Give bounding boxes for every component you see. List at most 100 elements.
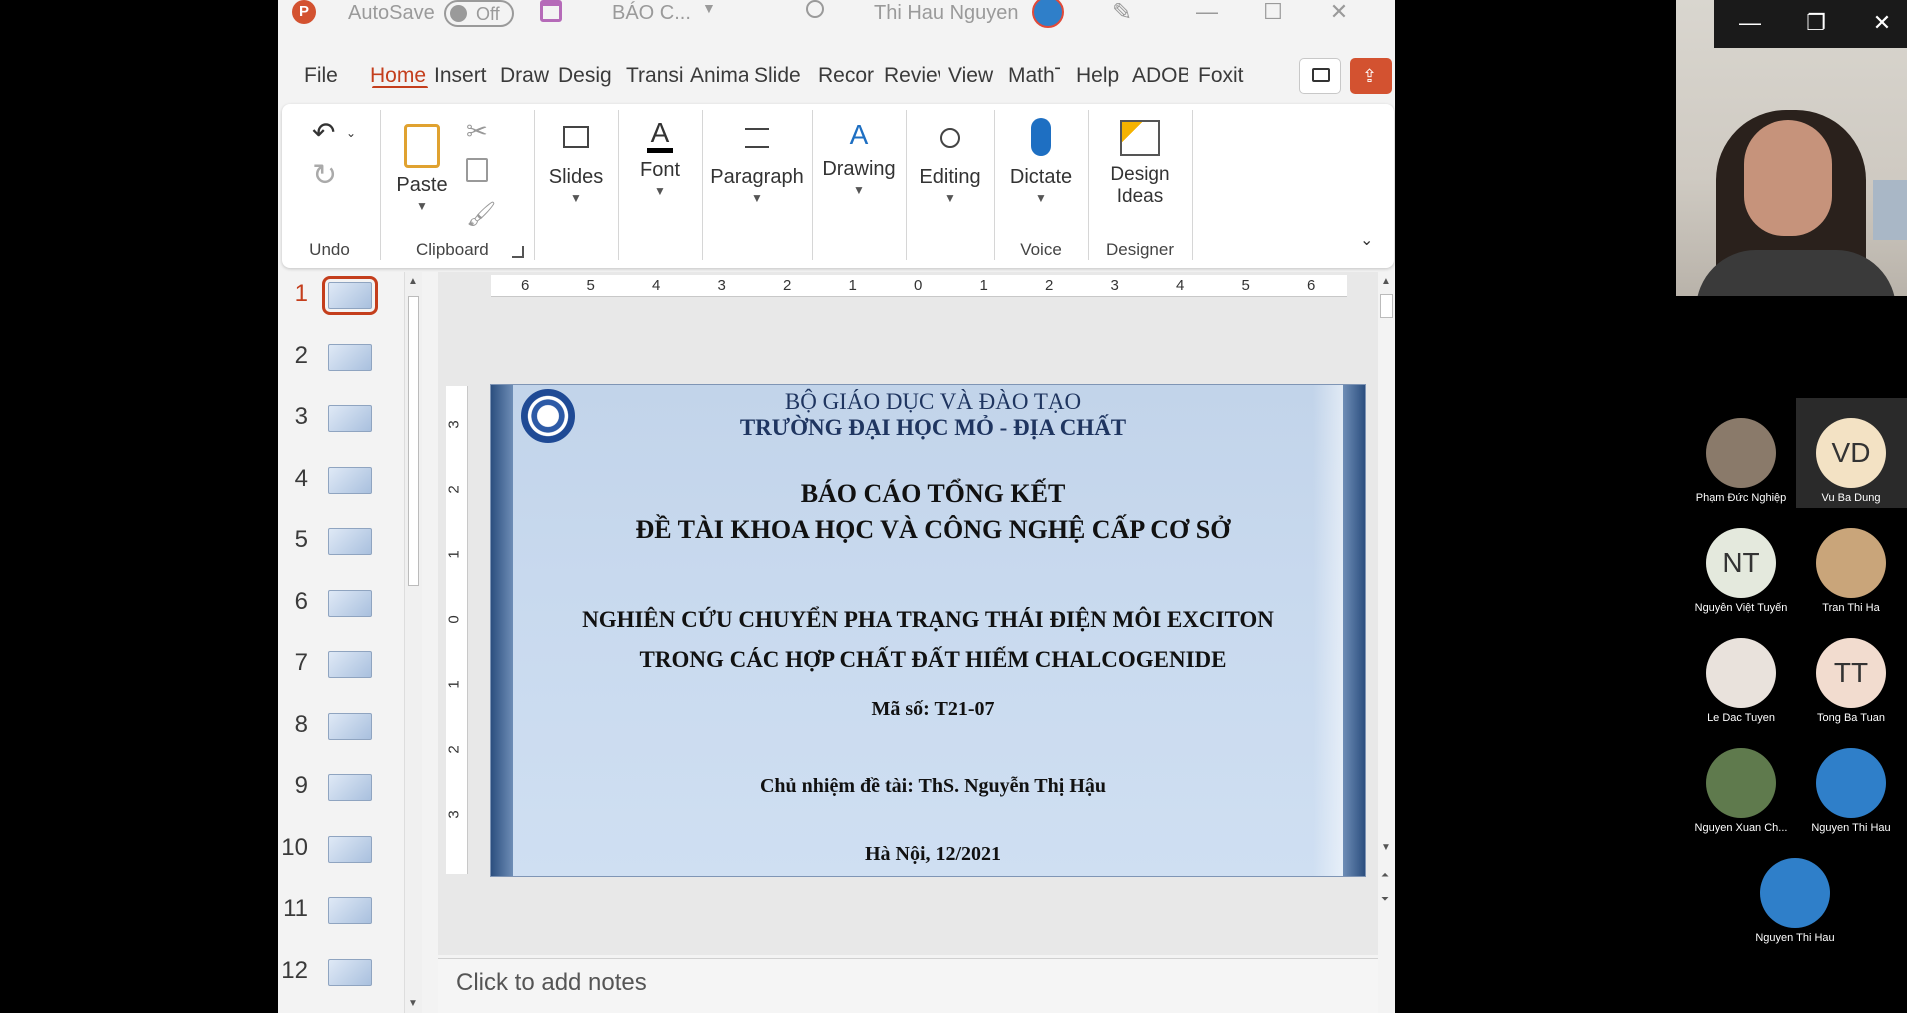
editing-button[interactable]: Editing ▼	[910, 118, 990, 205]
video-window-controls: — ❐ ✕	[1714, 0, 1907, 48]
design-ideas-button[interactable]: Design Ideas	[1092, 118, 1188, 208]
cut-icon[interactable]: ✂	[466, 116, 488, 147]
share-button[interactable]: ⇪	[1350, 58, 1392, 94]
tab-draw[interactable]: Draw	[500, 64, 552, 88]
participant-tile[interactable]: NT Nguyễn Việt Tuyến	[1686, 528, 1796, 614]
maximize-button[interactable]: ☐	[1248, 0, 1298, 28]
minimize-button[interactable]: —	[1182, 0, 1232, 28]
microphone-icon	[1031, 118, 1051, 156]
participant-tile[interactable]: Nguyen Thi Hau	[1796, 748, 1906, 834]
tab-matht[interactable]: MathT	[1008, 64, 1060, 88]
ruler-tick-label: 1	[445, 550, 463, 559]
tab-help[interactable]: Help	[1076, 64, 1122, 88]
project-code[interactable]: Mã số: T21-07	[531, 698, 1335, 721]
pen-icon[interactable]: ✎	[1112, 0, 1132, 27]
slides-button[interactable]: Slides ▼	[538, 118, 614, 205]
minimize-button[interactable]: —	[1730, 10, 1770, 40]
slide-thumbnail[interactable]	[328, 651, 372, 678]
paragraph-button[interactable]: Paragraph ▼	[706, 118, 808, 205]
tab-file[interactable]: File	[304, 64, 344, 88]
tab-foxit[interactable]: Foxit	[1198, 64, 1254, 88]
slide-thumbnail[interactable]	[328, 958, 372, 986]
slide-canvas[interactable]: BỘ GIÁO DỤC VÀ ĐÀO TẠO TRƯỜNG ĐẠI HỌC MỎ…	[490, 384, 1366, 877]
tab-desig[interactable]: Desig	[558, 64, 614, 88]
close-button[interactable]: ✕	[1862, 10, 1902, 40]
share-icon: ⇪	[1362, 66, 1378, 86]
slide-thumbnail[interactable]	[328, 712, 372, 740]
close-button[interactable]: ✕	[1314, 0, 1364, 28]
scroll-thumb[interactable]	[408, 296, 419, 586]
slide-thumbnail[interactable]	[328, 897, 372, 924]
paste-button[interactable]: Paste ▼	[392, 118, 452, 213]
collapse-ribbon-icon[interactable]: ⌄	[1360, 230, 1373, 250]
slide-thumbnail[interactable]	[328, 835, 372, 863]
scroll-up-icon[interactable]: ▲	[408, 276, 418, 287]
undo-icon[interactable]: ↶	[312, 116, 335, 149]
slide-thumbnail[interactable]	[328, 405, 372, 432]
format-painter-icon[interactable]: 🖌	[466, 200, 496, 229]
save-icon[interactable]	[540, 0, 562, 22]
scroll-down-icon[interactable]: ▼	[1381, 842, 1391, 853]
slide-thumbnail[interactable]	[328, 589, 372, 617]
drawing-button[interactable]: A Drawing ▼	[816, 118, 902, 198]
divider	[380, 110, 381, 260]
user-avatar[interactable]	[1032, 0, 1064, 28]
participant-tile[interactable]: Nguyen Xuan Ch...	[1686, 748, 1796, 834]
scroll-down-icon[interactable]: ▼	[408, 998, 418, 1009]
slide-thumbnail[interactable]	[328, 528, 372, 555]
slide-number: 6	[294, 587, 308, 615]
tab-transi[interactable]: Transi	[626, 64, 684, 88]
slide-thumbnail[interactable]	[328, 466, 372, 494]
restore-button[interactable]: ❐	[1796, 10, 1836, 40]
comment-icon	[1312, 68, 1330, 82]
slide-number: 4	[294, 464, 308, 492]
thumbnail-scrollbar[interactable]: ▲ ▼	[404, 272, 422, 1013]
dialog-launcher-icon[interactable]	[512, 246, 524, 258]
report-title[interactable]: BÁO CÁO TỔNG KẾT	[531, 479, 1335, 509]
chevron-down-icon[interactable]: ▼	[702, 0, 716, 16]
project-leader[interactable]: Chủ nhiệm đề tài: ThS. Nguyễn Thị Hậu	[531, 775, 1335, 798]
file-name[interactable]: BÁO C...	[612, 2, 691, 25]
participant-tile[interactable]: Phạm Đức Nghiệp	[1686, 418, 1796, 504]
comments-button[interactable]	[1299, 58, 1341, 94]
slides-label: Slides	[548, 166, 604, 188]
tab-adobe[interactable]: ADOBE	[1132, 64, 1188, 88]
participant-tile[interactable]: Nguyen Thi Hau	[1740, 858, 1850, 944]
font-button[interactable]: A Font ▼	[624, 118, 696, 199]
chevron-down-icon[interactable]: ⌄	[346, 126, 356, 140]
tab-anima[interactable]: Anima	[690, 64, 748, 88]
user-name[interactable]: Thi Hau Nguyen	[874, 2, 1019, 25]
editor-scrollbar[interactable]: ▲ ▼ ⏶ ⏷	[1378, 272, 1395, 1013]
previous-slide-icon[interactable]: ⏶	[1381, 870, 1389, 881]
vertical-ruler: 3 2 1 0 1 2 3	[446, 386, 468, 874]
redo-icon[interactable]: ↻	[312, 158, 337, 193]
ministry-text[interactable]: BỘ GIÁO DỤC VÀ ĐÀO TẠO	[531, 389, 1335, 415]
scroll-up-icon[interactable]: ▲	[1381, 276, 1391, 287]
paragraph-group: Paragraph ▼	[704, 110, 810, 262]
participant-tile[interactable]: Tran Thi Ha	[1796, 528, 1906, 614]
report-subtitle[interactable]: ĐỀ TÀI KHOA HỌC VÀ CÔNG NGHỆ CẤP CƠ SỞ	[531, 515, 1335, 545]
notes-pane[interactable]: Click to add notes	[438, 958, 1378, 1013]
tab-insert[interactable]: Insert	[434, 64, 490, 88]
participant-tile[interactable]: TT Tong Ba Tuan	[1796, 638, 1906, 724]
slide-thumbnail[interactable]	[328, 774, 372, 801]
scroll-thumb[interactable]	[1380, 294, 1393, 318]
copy-icon[interactable]	[466, 158, 488, 182]
tab-home[interactable]: Home	[370, 64, 430, 88]
search-icon[interactable]	[806, 0, 824, 18]
slide-thumbnail[interactable]	[328, 343, 372, 371]
topic-line-2[interactable]: TRONG CÁC HỢP CHẤT ĐẤT HIẾM CHALCOGENIDE	[531, 647, 1335, 673]
next-slide-icon[interactable]: ⏷	[1381, 894, 1389, 905]
dictate-button[interactable]: Dictate ▼	[998, 118, 1084, 205]
autosave-toggle[interactable]: Off	[444, 0, 514, 27]
university-text[interactable]: TRƯỜNG ĐẠI HỌC MỎ - ĐỊA CHẤT	[531, 415, 1335, 441]
participant-tile[interactable]: Le Dac Tuyen	[1686, 638, 1796, 724]
slide-thumbnail[interactable]	[322, 276, 378, 315]
tab-review[interactable]: Review	[884, 64, 940, 88]
place-date[interactable]: Hà Nội, 12/2021	[531, 843, 1335, 866]
tab-view[interactable]: View	[948, 64, 996, 88]
participant-tile[interactable]: VD Vu Ba Dung	[1796, 418, 1906, 504]
tab-slide[interactable]: Slide	[754, 64, 806, 88]
tab-recor[interactable]: Recor	[818, 64, 874, 88]
topic-line-1[interactable]: NGHIÊN CỨU CHUYỂN PHA TRẠNG THÁI ĐIỆN MÔ…	[521, 607, 1335, 633]
